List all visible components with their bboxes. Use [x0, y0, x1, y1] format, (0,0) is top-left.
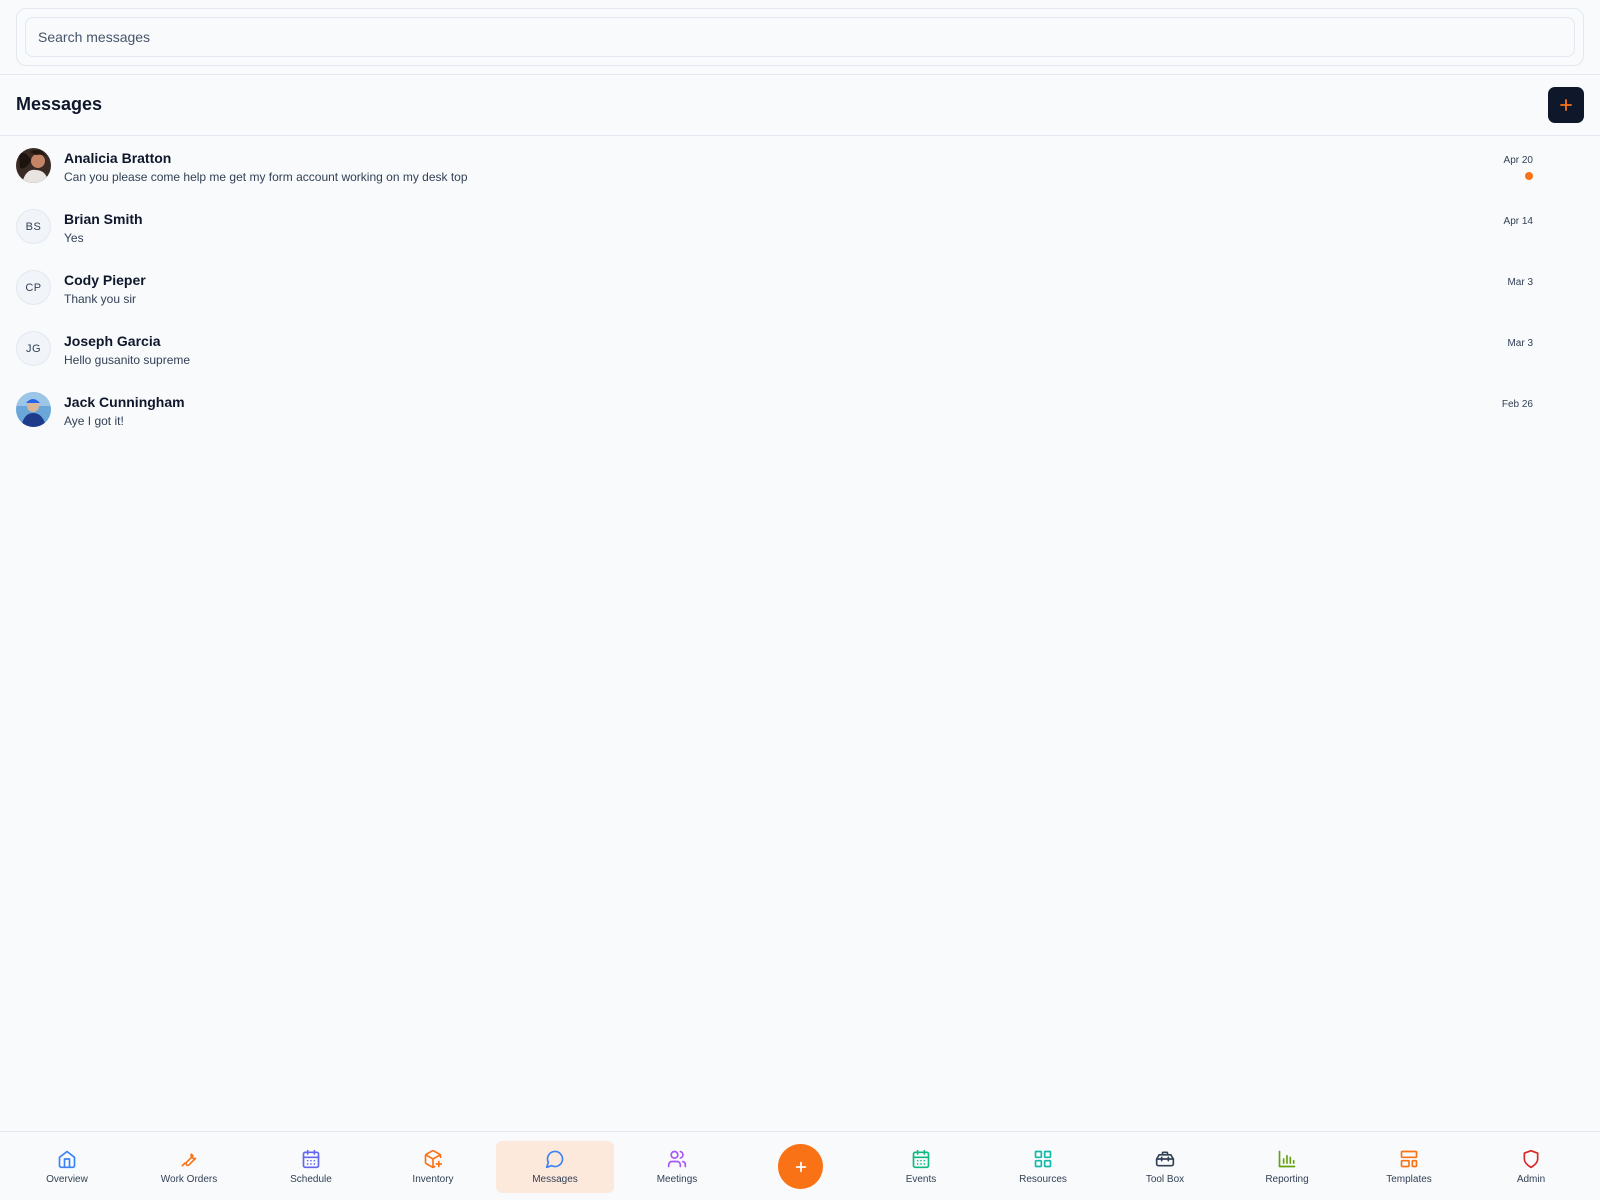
message-preview: Can you please come help me get my form … [64, 170, 468, 184]
nav-item-reporting[interactable]: Reporting [1228, 1141, 1346, 1193]
message-row[interactable]: Analicia Bratton Can you please come hel… [0, 136, 1600, 197]
layout-icon [1400, 1150, 1418, 1168]
calendar-icon [302, 1149, 320, 1169]
nav-item-templates[interactable]: Templates [1350, 1141, 1468, 1193]
bar-chart-icon [1278, 1150, 1296, 1168]
toolbox-icon [1155, 1151, 1175, 1167]
nav-label: Reporting [1265, 1174, 1309, 1185]
calendar-grid-icon [912, 1149, 930, 1169]
wrench-icon [181, 1153, 197, 1167]
nav-item-overview[interactable]: Overview [8, 1141, 126, 1193]
message-date: Apr 20 [1503, 155, 1533, 166]
nav-label: Inventory [412, 1174, 454, 1185]
message-date: Apr 14 [1503, 216, 1533, 227]
nav-label: Meetings [656, 1174, 698, 1185]
message-date: Mar 3 [1507, 338, 1533, 349]
package-plus-icon [424, 1149, 443, 1169]
nav-item-meetings[interactable]: Meetings [618, 1141, 736, 1193]
message-row[interactable]: JG Joseph Garcia Hello gusanito supreme … [0, 319, 1600, 380]
message-sender-name: Cody Pieper [64, 272, 146, 288]
nav-item-work-orders[interactable]: Work Orders [130, 1141, 248, 1193]
search-container [16, 8, 1584, 66]
avatar: JG [16, 331, 51, 366]
nav-label: Schedule [290, 1174, 332, 1185]
avatar [16, 148, 51, 183]
divider [0, 74, 1600, 75]
nav-item-resources[interactable]: Resources [984, 1141, 1102, 1193]
message-preview: Thank you sir [64, 292, 137, 306]
message-sender-name: Jack Cunningham [64, 394, 185, 410]
grid-icon [1034, 1150, 1052, 1168]
nav-item-messages[interactable]: Messages [496, 1141, 614, 1193]
nav-label: Resources [1019, 1174, 1067, 1185]
nav-label: Work Orders [160, 1174, 218, 1185]
message-preview: Hello gusanito supreme [64, 353, 191, 367]
nav-label: Overview [46, 1174, 88, 1185]
page-title: Messages [16, 94, 103, 114]
home-icon [58, 1150, 76, 1169]
nav-label: Tool Box [1145, 1174, 1185, 1185]
avatar [16, 392, 51, 427]
message-date: Feb 26 [1501, 399, 1533, 410]
messages-page: Messages Analicia Bratton Can you please… [0, 0, 1600, 1200]
nav-label: Messages [532, 1174, 578, 1185]
nav-item-admin[interactable]: Admin [1472, 1141, 1590, 1193]
nav-item-events[interactable]: Events [862, 1141, 980, 1193]
message-preview: Aye I got it! [64, 414, 124, 428]
nav-item-inventory[interactable]: Inventory [374, 1141, 492, 1193]
nav-item-schedule[interactable]: Schedule [252, 1141, 370, 1193]
message-preview: Yes [64, 231, 84, 245]
nav-label: Admin [1516, 1174, 1546, 1185]
nav-label: Events [905, 1174, 937, 1185]
message-sender-name: Joseph Garcia [64, 333, 161, 349]
unread-indicator [1525, 172, 1533, 180]
plus-icon [1560, 99, 1572, 111]
users-icon [667, 1150, 687, 1168]
quick-add-button[interactable] [778, 1144, 823, 1189]
avatar: BS [16, 209, 51, 244]
message-row[interactable]: BS Brian Smith Yes Apr 14 [0, 197, 1600, 258]
message-sender-name: Brian Smith [64, 211, 143, 227]
shield-icon [1523, 1149, 1539, 1169]
message-row[interactable]: CP Cody Pieper Thank you sir Mar 3 [0, 258, 1600, 319]
message-sender-name: Analicia Bratton [64, 150, 172, 166]
new-message-button[interactable] [1548, 87, 1584, 123]
message-date: Mar 3 [1507, 277, 1533, 288]
nav-item-tool-box[interactable]: Tool Box [1106, 1141, 1224, 1193]
bottom-nav: Overview Work Orders Schedule Inventory [0, 1131, 1600, 1200]
search-input[interactable] [25, 17, 1575, 57]
message-circle-icon [545, 1150, 564, 1169]
message-list: Analicia Bratton Can you please come hel… [0, 136, 1600, 441]
plus-icon [795, 1161, 806, 1172]
avatar: CP [16, 270, 51, 305]
nav-label: Templates [1386, 1174, 1432, 1185]
message-row[interactable]: Jack Cunningham Aye I got it! Feb 26 [0, 380, 1600, 441]
